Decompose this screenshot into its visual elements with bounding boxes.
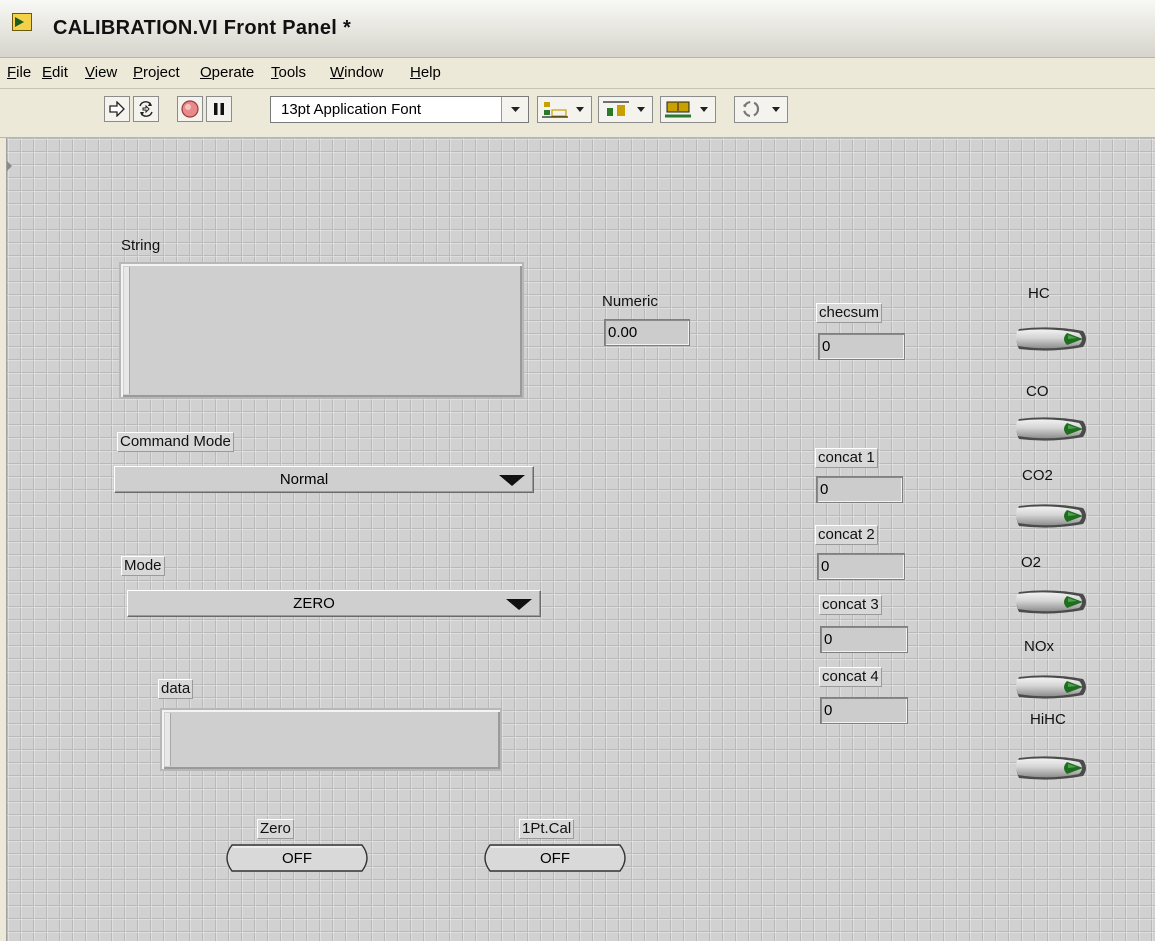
run-arrow-icon[interactable] [104, 96, 130, 122]
command-mode-label: Command Mode [117, 432, 234, 452]
led-o2-label: O2 [1021, 554, 1042, 571]
data-label: data [158, 679, 194, 699]
zero-button[interactable]: OFF [222, 843, 372, 873]
led-o2[interactable] [1011, 586, 1091, 618]
checksum-label: checsum [816, 303, 883, 323]
led-hihc-label: HiHC [1030, 711, 1066, 728]
font-select[interactable]: 13pt Application Font [270, 96, 529, 123]
concat1-indicator: 0 [816, 476, 903, 503]
led-co-label: CO [1026, 383, 1049, 400]
menu-tools[interactable]: Tools [271, 64, 306, 81]
menu-bar: File Edit View Project Operate Tools Win… [0, 58, 1155, 89]
string-label: String [121, 237, 161, 254]
window-title: CALIBRATION.VI Front Panel * [53, 17, 352, 39]
concat3-indicator: 0 [820, 626, 908, 653]
cal-button-label: 1Pt.Cal [519, 819, 575, 839]
distribute-objects-icon[interactable] [598, 96, 653, 123]
resize-objects-icon[interactable] [660, 96, 716, 123]
concat2-label: concat 2 [815, 525, 878, 545]
menu-view[interactable]: View [85, 64, 117, 81]
led-nox[interactable] [1011, 671, 1091, 703]
numeric-label: Numeric [602, 293, 658, 310]
abort-icon[interactable] [177, 96, 203, 122]
dropdown-arrow-icon [499, 475, 525, 486]
command-mode-ring[interactable]: Normal [114, 466, 534, 493]
concat4-indicator: 0 [820, 697, 908, 724]
led-hc[interactable] [1011, 323, 1091, 355]
title-bar: CALIBRATION.VI Front Panel * [0, 0, 1155, 58]
front-panel [6, 138, 1155, 941]
one-point-cal-button[interactable]: OFF [480, 843, 630, 873]
toolbar: 13pt Application Font [0, 89, 1155, 138]
panel-origin-marker [7, 161, 12, 171]
mode-ring[interactable]: ZERO [127, 590, 541, 617]
menu-file[interactable]: File [7, 64, 31, 81]
concat2-indicator: 0 [817, 553, 905, 580]
led-co2-label: CO2 [1022, 467, 1053, 484]
data-scroll-edge [165, 713, 171, 766]
checksum-indicator: 0 [818, 333, 905, 360]
concat1-label: concat 1 [815, 448, 878, 468]
menu-operate[interactable]: Operate [200, 64, 254, 81]
menu-project[interactable]: Project [133, 64, 180, 81]
dropdown-arrow-icon [506, 599, 532, 610]
labview-vi-icon [12, 13, 32, 31]
reorder-icon[interactable] [734, 96, 788, 123]
data-string-control[interactable] [160, 708, 502, 771]
mode-label: Mode [121, 556, 165, 576]
led-hihc[interactable] [1011, 752, 1091, 784]
led-co2[interactable] [1011, 500, 1091, 532]
menu-help[interactable]: Help [410, 64, 441, 81]
concat3-label: concat 3 [819, 595, 882, 615]
menu-window[interactable]: Window [330, 64, 383, 81]
chevron-down-icon [501, 97, 528, 122]
concat4-label: concat 4 [819, 667, 882, 687]
align-objects-icon[interactable] [537, 96, 592, 123]
led-hc-label: HC [1028, 285, 1050, 302]
string-control[interactable] [119, 262, 524, 399]
led-nox-label: NOx [1024, 638, 1054, 655]
pause-icon[interactable] [206, 96, 232, 122]
menu-edit[interactable]: Edit [42, 64, 68, 81]
string-scroll-edge [124, 267, 130, 394]
numeric-indicator: 0.00 [604, 319, 690, 346]
led-co[interactable] [1011, 413, 1091, 445]
zero-button-label: Zero [257, 819, 294, 839]
run-continuously-icon[interactable] [133, 96, 159, 122]
